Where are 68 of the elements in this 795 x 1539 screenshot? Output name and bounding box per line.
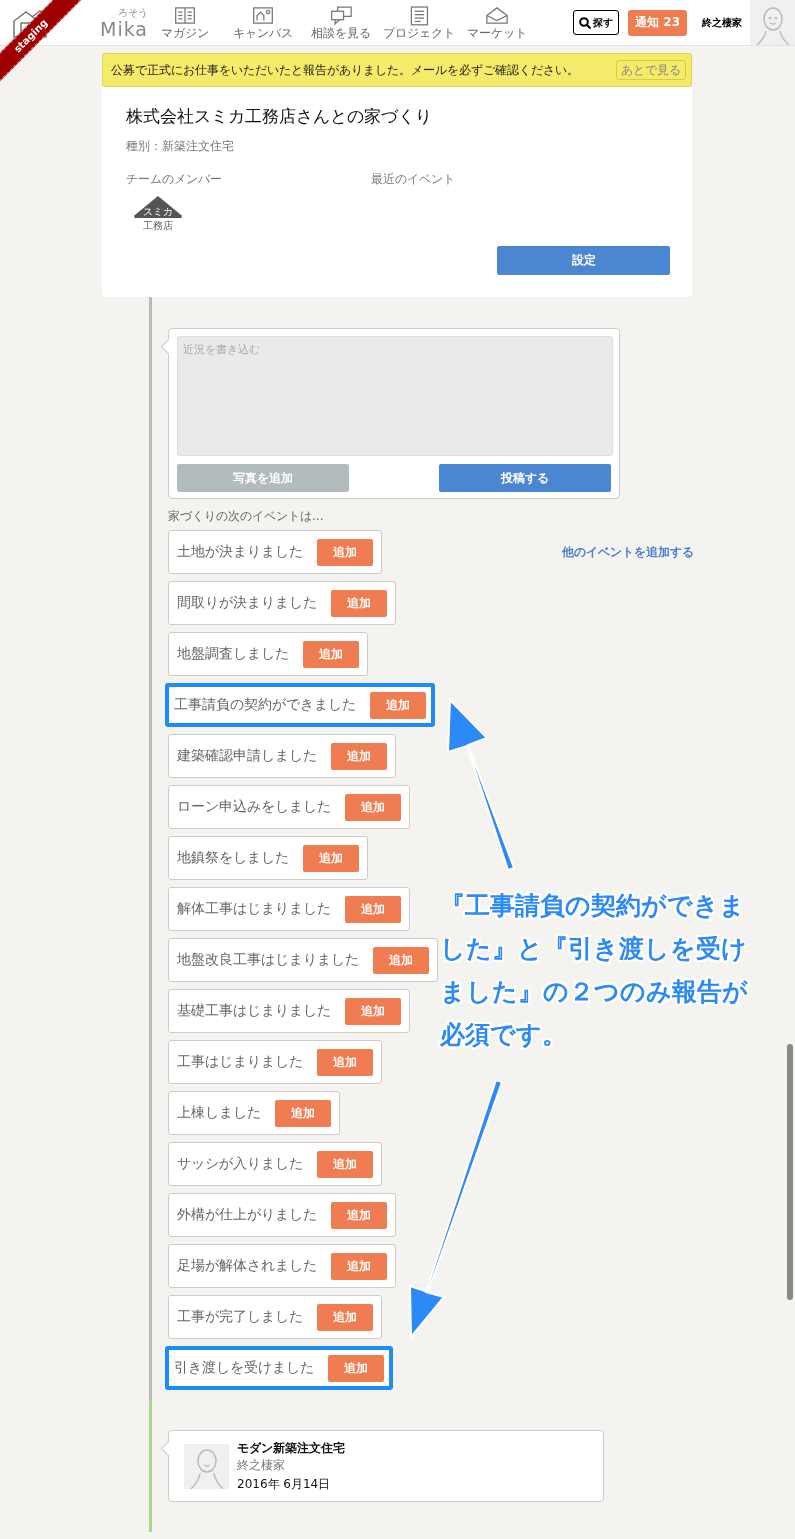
add-other-event-link[interactable]: 他のイベントを追加する bbox=[562, 543, 694, 561]
add-button[interactable]: 追加 bbox=[373, 946, 429, 974]
recent-events-label: 最近のイベント bbox=[371, 171, 456, 188]
add-button[interactable]: 追加 bbox=[331, 1201, 387, 1229]
feed-author: 終之棲家 bbox=[237, 1456, 286, 1474]
feed-date: 2016年 6月14日 bbox=[237, 1475, 332, 1493]
nav-link[interactable]: プロジェクト bbox=[382, 5, 456, 40]
event-label: 地盤調査しました bbox=[177, 645, 289, 663]
feed-title: モダン新築注文住宅 bbox=[237, 1439, 345, 1457]
add-button[interactable]: 追加 bbox=[317, 1150, 373, 1178]
scrollbar-thumb[interactable] bbox=[787, 1044, 793, 1300]
members-label: チームのメンバー bbox=[126, 171, 223, 188]
add-button[interactable]: 追加 bbox=[331, 1252, 387, 1280]
event-label: ローン申込みをしました bbox=[177, 798, 331, 816]
notebook-icon bbox=[408, 5, 430, 26]
next-event-label: 家づくりの次のイベントは... bbox=[168, 508, 325, 525]
post-button[interactable]: 投稿する bbox=[439, 464, 611, 492]
event-label: 地鎮祭をしました bbox=[177, 849, 289, 867]
project-title: 株式会社スミカ工務店さんとの家づくり bbox=[126, 105, 433, 128]
event-label: 建築確認申請しました bbox=[177, 747, 317, 765]
user-name-link[interactable]: 終之棲家 bbox=[702, 15, 742, 30]
notice-text: 公募で正式にお仕事をいただいたと報告がありました。メールを必ずご確認ください。 bbox=[111, 61, 579, 79]
event-label: 上棟しました bbox=[177, 1104, 261, 1122]
add-button[interactable]: 追加 bbox=[317, 538, 373, 566]
add-button[interactable]: 追加 bbox=[370, 691, 426, 719]
picture-frame-icon bbox=[252, 5, 274, 26]
event-label: 外構が仕上がりました bbox=[177, 1206, 317, 1224]
logo-wordmark: Mika bbox=[100, 18, 148, 39]
avatar[interactable] bbox=[750, 0, 795, 45]
event-label: サッシが入りました bbox=[177, 1155, 303, 1173]
add-button[interactable]: 追加 bbox=[331, 742, 387, 770]
add-button[interactable]: 追加 bbox=[275, 1099, 331, 1127]
add-button[interactable]: 追加 bbox=[345, 793, 401, 821]
add-button[interactable]: 追加 bbox=[303, 844, 359, 872]
event-label: 工事はじまりました bbox=[177, 1053, 303, 1071]
nav-link[interactable]: キャンバス bbox=[226, 5, 300, 40]
add-button[interactable]: 追加 bbox=[303, 640, 359, 668]
event-label: 引き渡しを受けました bbox=[174, 1359, 314, 1377]
annotation-text: 『工事請負の契約ができました』と『引き渡しを受けました』の２つのみ報告が必須です。 bbox=[440, 890, 749, 1051]
search-button[interactable]: 探す bbox=[573, 10, 620, 35]
add-button[interactable]: 追加 bbox=[317, 1303, 373, 1331]
person-silhouette-icon bbox=[754, 5, 791, 45]
add-button[interactable]: 追加 bbox=[345, 997, 401, 1025]
event-label: 基礎工事はじまりました bbox=[177, 1002, 331, 1020]
add-button[interactable]: 追加 bbox=[345, 895, 401, 923]
add-button[interactable]: 追加 bbox=[317, 1048, 373, 1076]
search-icon bbox=[579, 16, 592, 29]
add-button[interactable]: 追加 bbox=[328, 1354, 384, 1382]
later-button[interactable]: あとで見る bbox=[616, 60, 686, 80]
settings-button[interactable]: 設定 bbox=[497, 246, 670, 275]
add-photo-button[interactable]: 写真を追加 bbox=[177, 464, 349, 492]
nav-link[interactable]: マーケット bbox=[460, 5, 534, 40]
event-label: 工事請負の契約ができました bbox=[174, 696, 356, 714]
chat-bubbles-icon bbox=[330, 5, 352, 26]
project-type: 種別：新築注文住宅 bbox=[126, 138, 235, 155]
notifications-button[interactable]: 通知 23 bbox=[628, 9, 687, 36]
book-icon bbox=[174, 5, 196, 26]
post-input[interactable]: 近況を書き込む bbox=[177, 336, 613, 456]
event-label: 足場が解体されました bbox=[177, 1257, 317, 1275]
logo-tagline: ろそう bbox=[118, 6, 148, 19]
event-label: 工事が完了しました bbox=[177, 1308, 303, 1326]
event-label: 間取りが決まりました bbox=[177, 594, 317, 612]
event-label: 土地が決まりました bbox=[177, 543, 303, 561]
event-label: 解体工事はじまりました bbox=[177, 900, 331, 918]
nav-link[interactable]: マガジン bbox=[148, 5, 222, 40]
add-button[interactable]: 追加 bbox=[331, 589, 387, 617]
event-label: 地盤改良工事はじまりました bbox=[177, 951, 359, 969]
nav-link[interactable]: 相談を見る bbox=[304, 5, 378, 40]
